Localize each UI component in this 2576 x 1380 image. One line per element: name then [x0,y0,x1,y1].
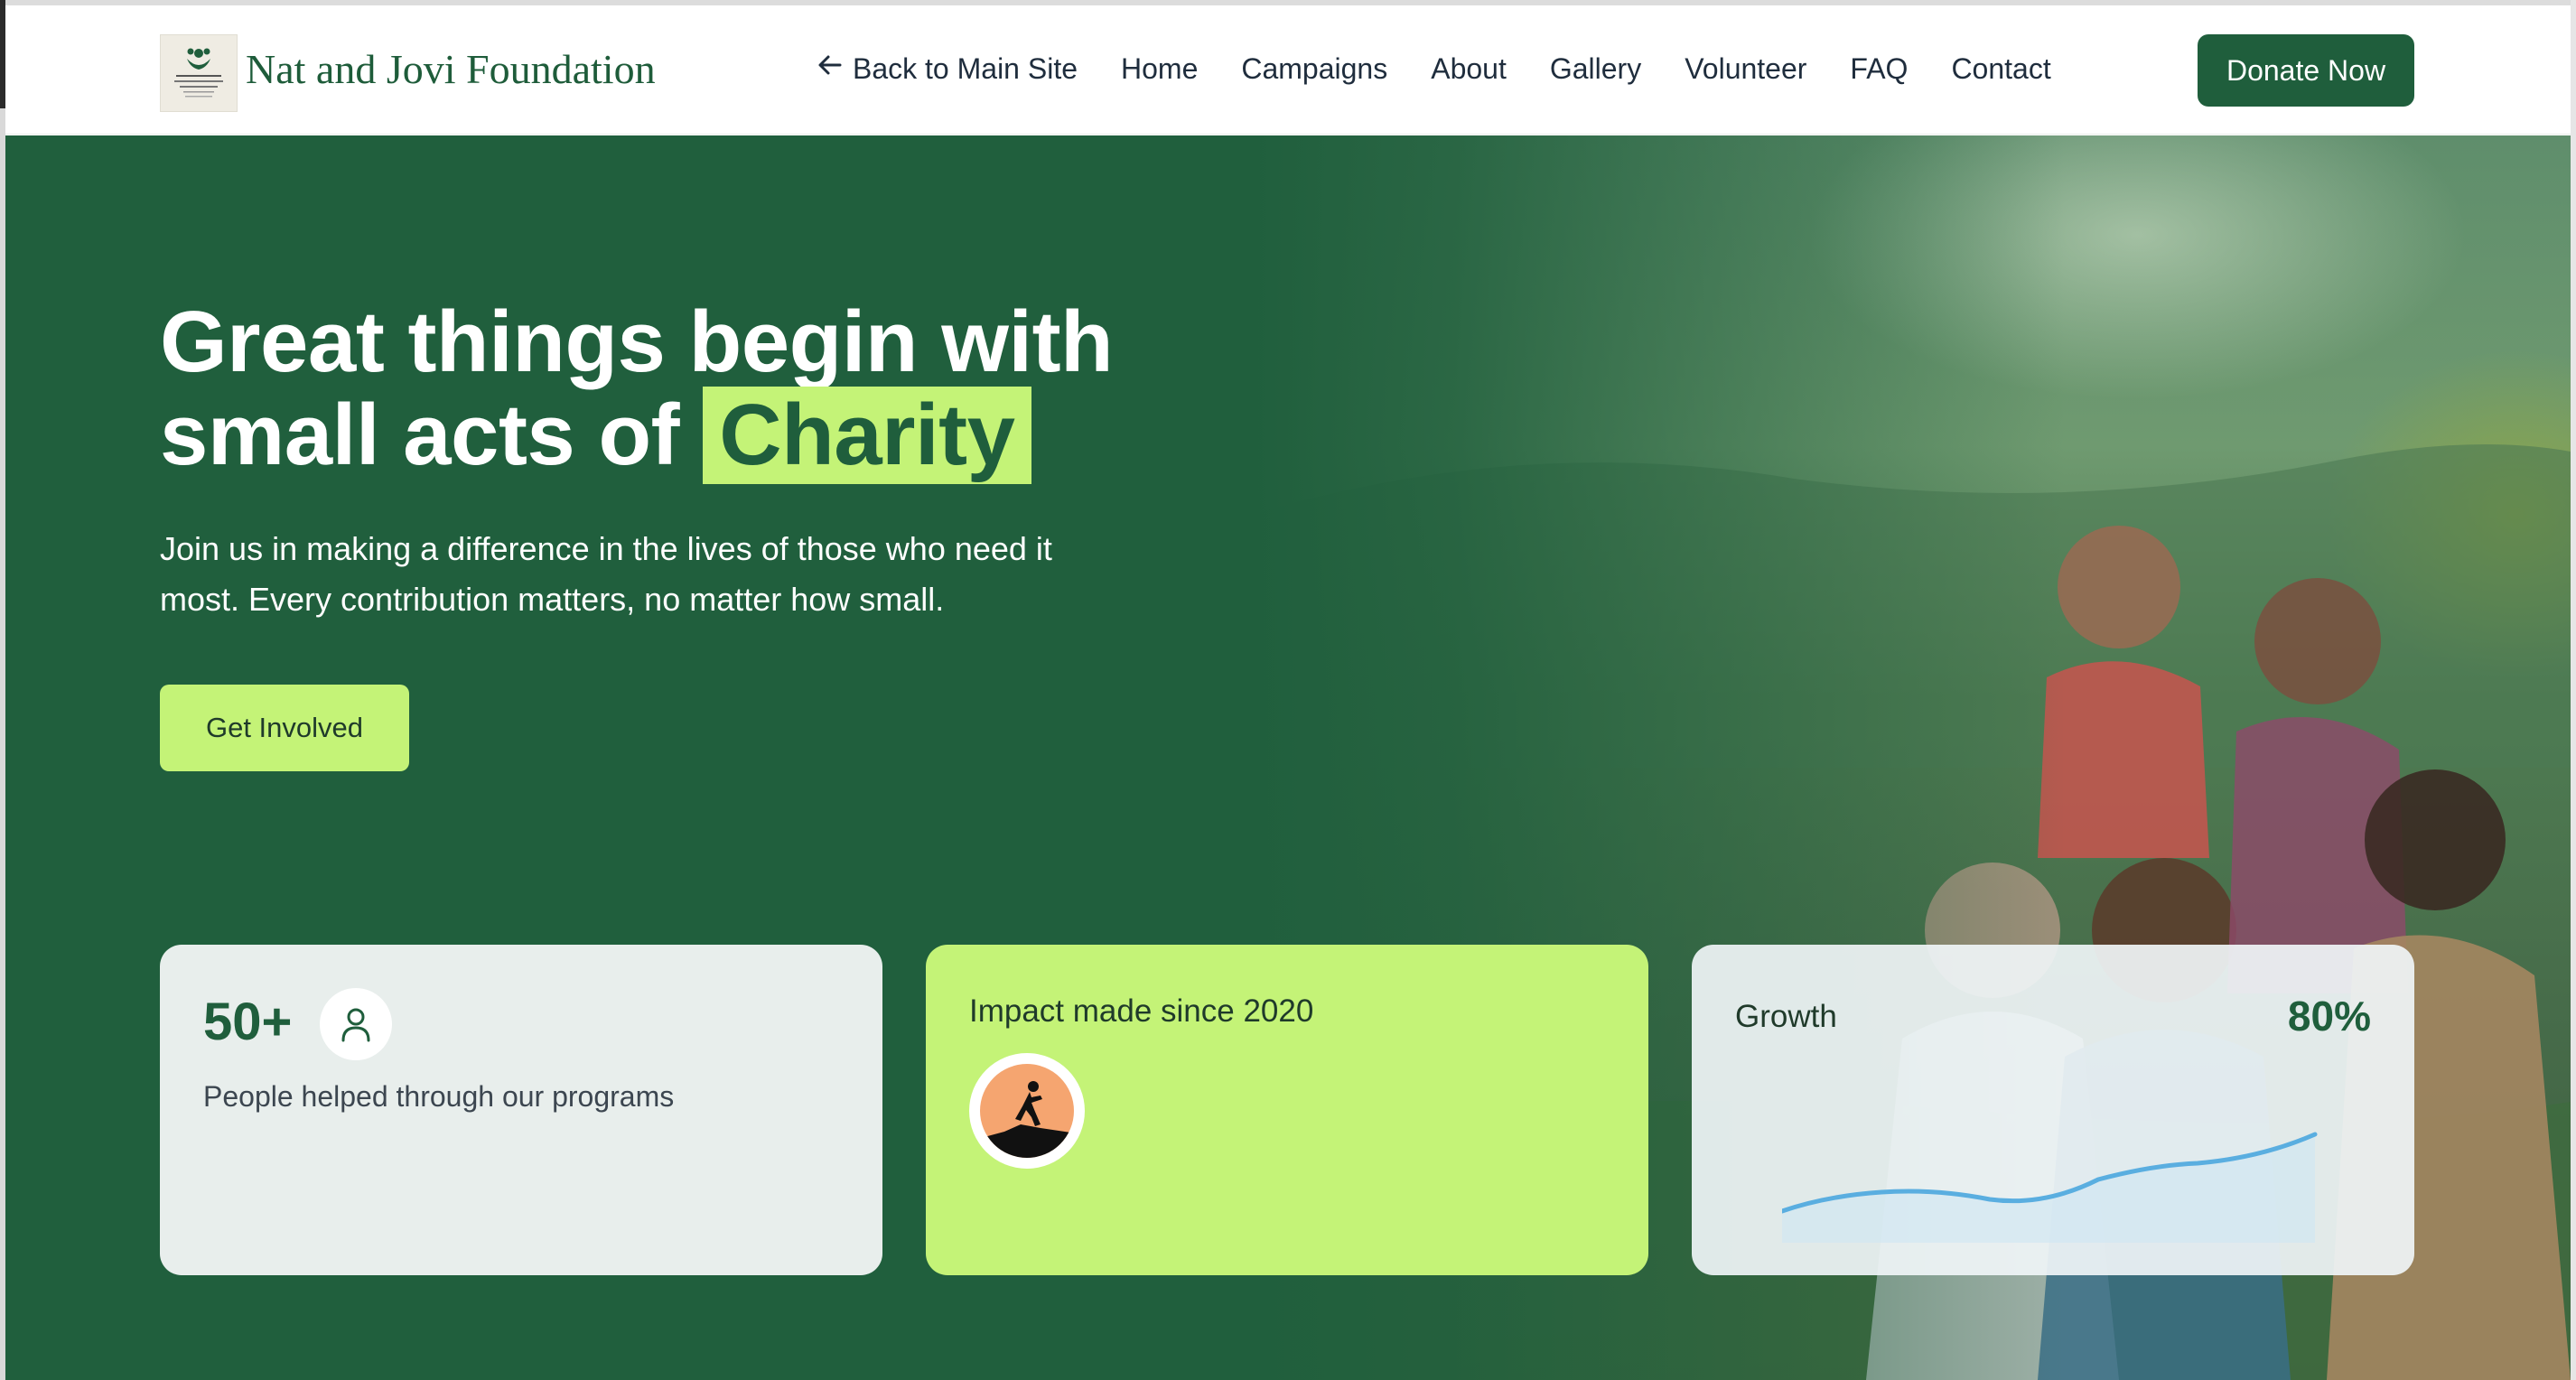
nav-about[interactable]: About [1431,52,1507,86]
impact-card: Impact made since 2020 [926,945,1648,1275]
impact-title: Impact made since 2020 [969,993,1314,1029]
growth-trend-area [1782,1134,2315,1243]
hero-subtitle: Join us in making a difference in the li… [160,524,1153,625]
foundation-logo[interactable] [160,34,238,112]
hero-subtitle-line1: Join us in making a difference in the li… [160,530,1052,567]
people-helped-value: 50+ [203,993,293,1051]
logo-emblem-icon [174,48,223,98]
growth-label: Growth [1735,999,1837,1034]
user-icon [320,988,392,1060]
nav-campaigns[interactable]: Campaigns [1241,52,1387,86]
hero-section: Great things begin with small acts of Ch… [5,135,2571,1380]
nav-gallery[interactable]: Gallery [1550,52,1641,86]
window-right-edge [2571,0,2576,1380]
growth-card: Growth 80% [1692,945,2414,1275]
donate-now-button[interactable]: Donate Now [2198,34,2414,107]
nav-contact[interactable]: Contact [1951,52,2050,86]
nav-back-label: Back to Main Site [853,51,1078,85]
nav-faq[interactable]: FAQ [1850,52,1908,86]
arrow-left-icon [817,51,844,86]
nav-home[interactable]: Home [1121,52,1198,86]
people-helped-label: People helped through our programs [203,1080,675,1113]
climber-icon [969,1053,1085,1169]
hero-heading-highlight: Charity [703,387,1031,484]
people-helped-card: 50+ People helped through our programs [160,945,882,1275]
hero-heading-line2: small acts of Charity [160,387,1334,484]
growth-value: 80% [2287,993,2371,1040]
hero-heading-prefix: small acts of [160,387,680,483]
growth-trend-chart [1782,1132,2318,1243]
main-nav: Back to Main Site Home Campaigns About G… [817,51,2095,87]
get-involved-button[interactable]: Get Involved [160,685,409,771]
hero-heading: Great things begin with small acts of Ch… [160,298,1334,484]
hero-heading-line1: Great things begin with [160,294,1114,390]
site-header: Nat and Jovi Foundation Back to Main Sit… [5,5,2571,135]
hero-subtitle-line2: most. Every contribution matters, no mat… [160,581,945,618]
brand-name[interactable]: Nat and Jovi Foundation [246,45,656,93]
nav-volunteer[interactable]: Volunteer [1685,52,1806,86]
nav-back-to-main-site[interactable]: Back to Main Site [817,51,1078,86]
